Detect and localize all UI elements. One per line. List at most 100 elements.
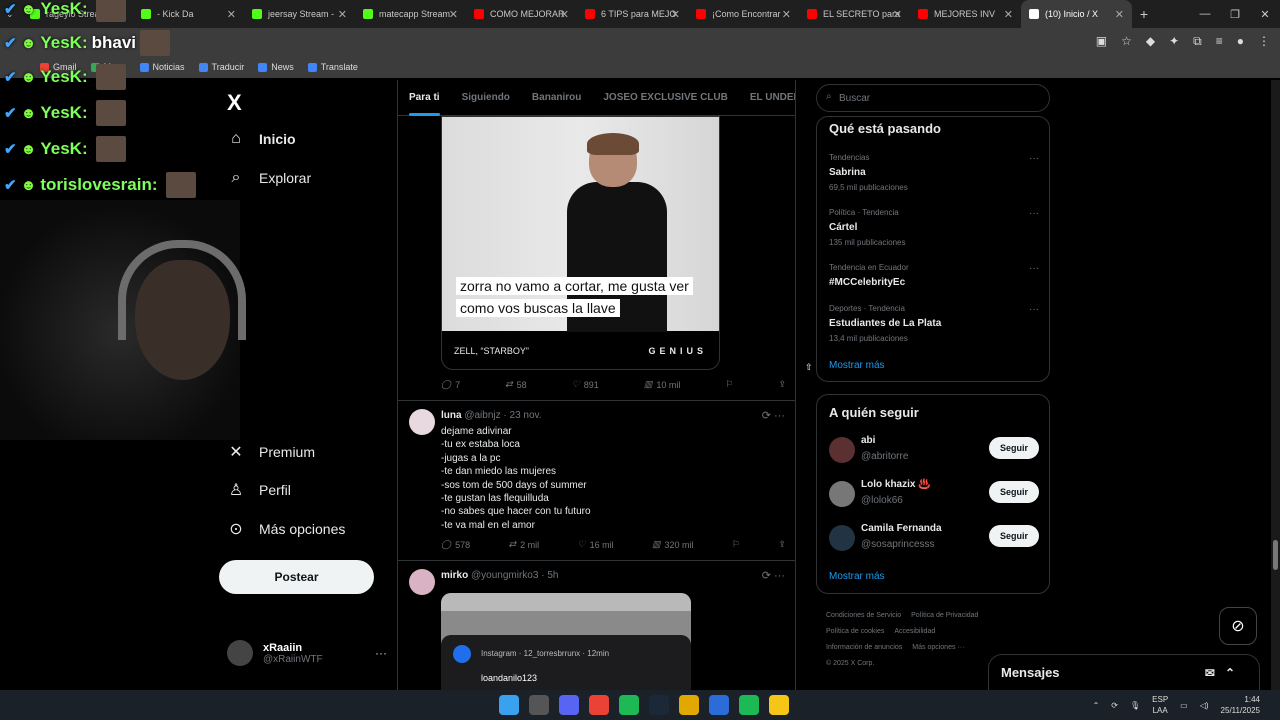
- views-button[interactable]: ▥ 10 mil: [644, 379, 681, 390]
- minimize-icon[interactable]: —: [1190, 8, 1220, 20]
- footer-link[interactable]: Información de anuncios: [826, 644, 902, 651]
- tweet-time[interactable]: 23 nov.: [510, 410, 542, 421]
- close-tab-icon[interactable]: ✕: [782, 8, 791, 21]
- bookmark-item[interactable]: Translate: [307, 62, 358, 72]
- close-icon[interactable]: ✕: [1250, 8, 1280, 21]
- close-tab-icon[interactable]: ✕: [560, 8, 569, 21]
- bookmark-icon[interactable]: ⚐: [725, 379, 733, 390]
- more-icon[interactable]: ···: [1029, 208, 1039, 219]
- more-icon[interactable]: ···: [1029, 304, 1039, 315]
- timeline-tab[interactable]: Para ti: [398, 80, 451, 116]
- app-icon[interactable]: [679, 695, 699, 715]
- footer-link[interactable]: Accesibilidad: [894, 628, 935, 635]
- scrollbar-thumb[interactable]: [1273, 540, 1278, 570]
- app-icon[interactable]: [529, 695, 549, 715]
- timeline-tab[interactable]: Siguiendo: [451, 80, 521, 116]
- spotify-icon[interactable]: [619, 695, 639, 715]
- follow-suggestion[interactable]: abi @abritorre Seguir: [829, 435, 1039, 465]
- reply-button[interactable]: ◯ 7: [441, 379, 460, 390]
- like-button[interactable]: ♡ 891: [572, 379, 599, 390]
- maximize-icon[interactable]: ❐: [1220, 8, 1250, 21]
- close-tab-icon[interactable]: ✕: [338, 8, 347, 21]
- account-switcher[interactable]: xRaaiin @xRaiinWTF ···: [227, 640, 387, 666]
- grok-icon[interactable]: ⟳: [762, 570, 771, 582]
- trend-item[interactable]: Tendencia en Ecuador #MCCelebrityEc ···: [829, 263, 1039, 288]
- views-button[interactable]: ▥ 320 mil: [652, 539, 694, 550]
- nav-premium[interactable]: ✕ Premium: [227, 442, 315, 462]
- app-icon[interactable]: [709, 695, 729, 715]
- grok-icon[interactable]: ⟳: [762, 410, 771, 422]
- repost-button[interactable]: ⇄ 58: [505, 379, 527, 390]
- grok-button[interactable]: ⊘: [1219, 607, 1257, 645]
- follow-suggestion[interactable]: Lolo khazix ♨️ @lolok66 Seguir: [829, 479, 1039, 509]
- avatar[interactable]: [409, 409, 435, 435]
- bookmark-icon[interactable]: ⚐: [732, 539, 740, 550]
- extension-icon[interactable]: ◆: [1146, 34, 1155, 49]
- browser-tab[interactable]: EL SECRETO para ✕: [799, 0, 910, 28]
- more-icon[interactable]: ···: [1029, 153, 1039, 164]
- browser-tab[interactable]: 6 TIPS para MEJO ✕: [577, 0, 688, 28]
- nav-more[interactable]: ⊙ Más opciones: [227, 519, 345, 539]
- new-tab-button[interactable]: +: [1132, 6, 1156, 22]
- sync-icon[interactable]: ⟳: [1111, 701, 1118, 710]
- tweet-image[interactable]: Instagram · 12_torresbrrunx · 12min loan…: [441, 593, 691, 690]
- browser-tab[interactable]: MEJORES INV ✕: [910, 0, 1021, 28]
- follow-button[interactable]: Seguir: [989, 481, 1039, 503]
- chevron-up-icon[interactable]: ⌃: [1093, 701, 1100, 710]
- footer-link[interactable]: Política de cookies: [826, 628, 884, 635]
- bookmark-item[interactable]: News: [258, 62, 294, 72]
- steam-icon[interactable]: [649, 695, 669, 715]
- share-icon[interactable]: ⇪: [778, 379, 786, 390]
- scrollbar[interactable]: [1271, 80, 1280, 690]
- follow-button[interactable]: Seguir: [989, 437, 1039, 459]
- like-button[interactable]: ♡ 16 mil: [577, 539, 613, 550]
- cast-icon[interactable]: ▣: [1096, 34, 1107, 49]
- messages-drawer[interactable]: Mensajes ✉⌃: [988, 654, 1260, 690]
- share-icon[interactable]: ⇪: [778, 539, 786, 550]
- footer-link[interactable]: Más opciones ···: [912, 644, 964, 651]
- mic-icon[interactable]: 🎙: [1130, 701, 1140, 710]
- tweet-author[interactable]: mirko: [441, 570, 468, 581]
- timeline-tab[interactable]: EL UNDER.: [739, 80, 795, 116]
- avatar[interactable]: [829, 481, 855, 507]
- repost-button[interactable]: ⇄ 2 mil: [509, 539, 540, 550]
- browser-tab[interactable]: jeersay Stream - ✕: [244, 0, 355, 28]
- more-icon[interactable]: ···: [774, 570, 785, 582]
- clock[interactable]: 1:44 25/11/2025: [1221, 694, 1260, 716]
- footer-link[interactable]: Política de Privacidad: [911, 612, 978, 619]
- tweet[interactable]: luna @aibnjz · 23 nov. ⟳ ··· dejame adiv…: [398, 400, 795, 560]
- nav-profile[interactable]: ♙ Perfil: [227, 480, 291, 500]
- volume-icon[interactable]: ◁): [1200, 701, 1209, 710]
- windows-start-icon[interactable]: [499, 695, 519, 715]
- browser-tab[interactable]: ¡Como Encontrar ✕: [688, 0, 799, 28]
- tweet[interactable]: mirko @youngmirko3 · 5h ⟳ ··· Instagram …: [398, 560, 795, 690]
- footer-link[interactable]: Condiciones de Servicio: [826, 612, 901, 619]
- folder-icon[interactable]: [769, 695, 789, 715]
- reply-button[interactable]: ◯ 578: [441, 539, 470, 550]
- timeline-tab[interactable]: Bananirou: [521, 80, 592, 116]
- compose-message-icon[interactable]: ✉⌃: [1205, 666, 1245, 680]
- close-tab-icon[interactable]: ✕: [893, 8, 902, 21]
- tweet-media[interactable]: zorra no vamo a cortar, me gusta ver com…: [441, 116, 720, 370]
- avatar[interactable]: ●: [1237, 34, 1244, 49]
- follow-button[interactable]: Seguir: [989, 525, 1039, 547]
- more-icon[interactable]: ···: [1029, 263, 1039, 274]
- discord-icon[interactable]: [559, 695, 579, 715]
- post-button[interactable]: Postear: [219, 560, 374, 594]
- puzzle-icon[interactable]: ⧉: [1193, 34, 1202, 49]
- browser-tab[interactable]: (10) Inicio / X ✕: [1021, 0, 1132, 28]
- extension-icon[interactable]: ✦: [1169, 34, 1179, 49]
- close-tab-icon[interactable]: ✕: [671, 8, 680, 21]
- trend-item[interactable]: Política · Tendencia Cártel 135 mil public…: [829, 208, 1039, 247]
- close-tab-icon[interactable]: ✕: [1115, 8, 1124, 21]
- avatar[interactable]: [829, 525, 855, 551]
- trend-item[interactable]: Tendencias Sabrina 69,5 mil publicaciones ·…: [829, 153, 1039, 192]
- language-indicator[interactable]: ESP LAA: [1152, 694, 1168, 716]
- reading-list-icon[interactable]: ≡: [1216, 34, 1223, 49]
- tweet-author[interactable]: luna: [441, 410, 462, 421]
- star-icon[interactable]: ☆: [1121, 34, 1132, 49]
- spotify-icon[interactable]: [739, 695, 759, 715]
- menu-icon[interactable]: ⋮: [1258, 34, 1270, 49]
- close-tab-icon[interactable]: ✕: [449, 8, 458, 21]
- trend-item[interactable]: Deportes · Tendencia Estudiantes de La Pl…: [829, 304, 1039, 343]
